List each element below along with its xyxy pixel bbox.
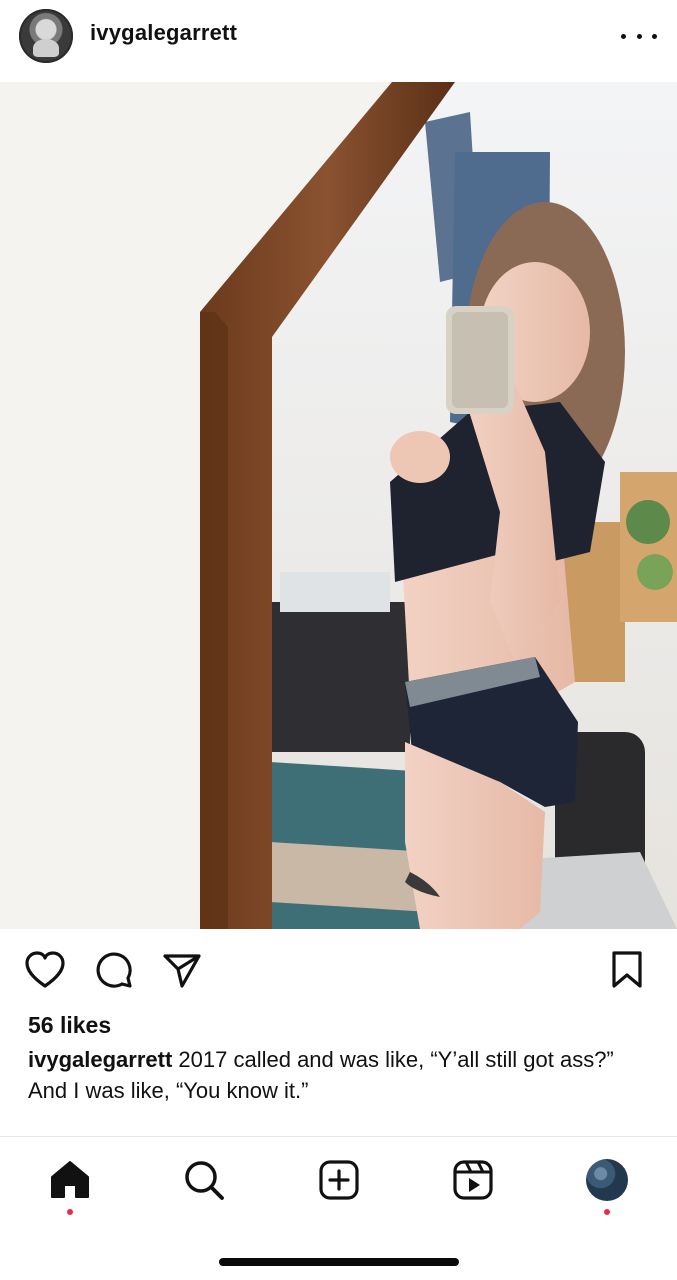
likes-count[interactable]: 56 likes bbox=[28, 1012, 111, 1039]
profile-notification-dot bbox=[604, 1209, 610, 1215]
nav-new-post[interactable] bbox=[316, 1157, 362, 1203]
profile-avatar bbox=[586, 1159, 628, 1201]
comment-icon bbox=[96, 952, 132, 988]
home-icon bbox=[51, 1161, 89, 1198]
post-action-bar bbox=[0, 940, 677, 1000]
nav-profile[interactable] bbox=[584, 1157, 630, 1215]
caption-username[interactable]: ivygalegarrett bbox=[28, 1047, 172, 1072]
share-icon bbox=[163, 954, 201, 988]
reels-icon bbox=[453, 1160, 493, 1200]
like-button[interactable] bbox=[24, 950, 66, 990]
mirror-selfie-image bbox=[0, 82, 677, 929]
post-caption: ivygalegarrett 2017 called and was like,… bbox=[28, 1046, 648, 1105]
heart-icon bbox=[25, 951, 65, 988]
new-post-icon bbox=[319, 1160, 359, 1200]
nav-search[interactable] bbox=[181, 1157, 227, 1203]
post-username[interactable]: ivygalegarrett bbox=[90, 20, 237, 46]
bookmark-icon bbox=[612, 951, 642, 988]
more-options-button[interactable] bbox=[621, 22, 657, 50]
share-button[interactable] bbox=[162, 952, 202, 990]
bottom-navigation bbox=[0, 1136, 677, 1247]
save-button[interactable] bbox=[610, 950, 644, 990]
home-notification-dot bbox=[67, 1209, 73, 1215]
search-icon bbox=[185, 1161, 224, 1200]
comment-button[interactable] bbox=[94, 950, 134, 990]
post-photo[interactable] bbox=[0, 82, 677, 929]
home-indicator[interactable] bbox=[219, 1258, 459, 1266]
caption-line-2: And I was like, “You know it.” bbox=[28, 1078, 309, 1103]
nav-home[interactable] bbox=[47, 1157, 93, 1215]
nav-reels[interactable] bbox=[450, 1157, 496, 1203]
more-icon bbox=[621, 33, 626, 39]
post-header: ivygalegarrett bbox=[0, 0, 677, 80]
user-avatar[interactable] bbox=[19, 9, 73, 63]
caption-text: 2017 called and was like, “Y’all still g… bbox=[178, 1047, 614, 1072]
